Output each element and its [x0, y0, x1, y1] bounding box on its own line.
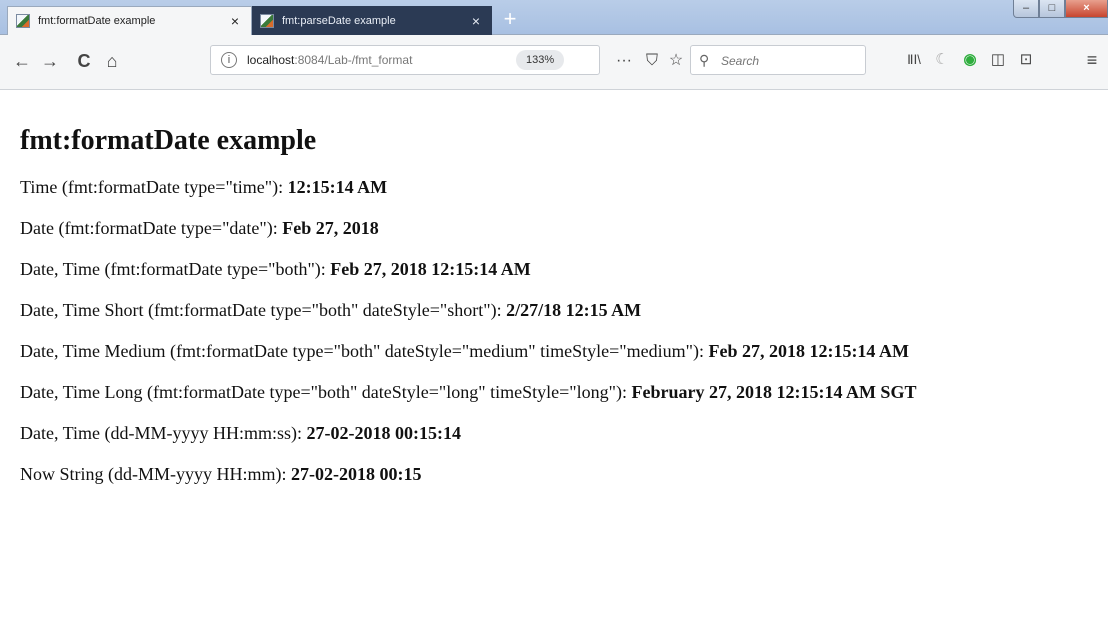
line-value: Feb 27, 2018 — [282, 218, 379, 238]
minimize-icon: – — [1022, 2, 1030, 14]
page-favicon-icon — [260, 13, 274, 28]
screenshot-icon[interactable]: ⊡ — [1014, 48, 1038, 72]
window-close-button[interactable]: × — [1065, 0, 1108, 18]
page-actions-button[interactable]: ··· — [612, 49, 636, 73]
forward-button[interactable]: → — [38, 49, 62, 73]
output-line-short: Date, Time Short (fmt:formatDate type="b… — [20, 298, 1090, 322]
reload-button[interactable]: C — [72, 49, 96, 73]
output-line-both: Date, Time (fmt:formatDate type="both"):… — [20, 257, 1090, 281]
sidebar-icon[interactable]: ◫ — [986, 48, 1010, 72]
address-bar[interactable]: i localhost:8084/Lab-/fmt_format 133% — [210, 45, 600, 75]
reader-icon[interactable]: ☾ — [930, 48, 954, 72]
new-tab-button[interactable]: + — [499, 8, 521, 30]
tab-title: fmt:parseDate example — [282, 14, 396, 27]
extension-icon[interactable]: ◉ — [958, 48, 982, 72]
search-input[interactable] — [719, 51, 863, 71]
line-value: 27-02-2018 00:15:14 — [306, 423, 461, 443]
window-minimize-button[interactable]: – — [1013, 0, 1039, 18]
window-maximize-button[interactable]: □ — [1039, 0, 1065, 18]
page-content: fmt:formatDate example Time (fmt:formatD… — [20, 95, 1090, 503]
tab-parse-date[interactable]: fmt:parseDate example × — [252, 6, 492, 35]
close-icon: × — [1083, 2, 1090, 14]
tab-strip: fmt:formatDate example × fmt:parseDate e… — [0, 0, 1108, 35]
tab-format-date[interactable]: fmt:formatDate example × — [7, 6, 252, 35]
line-label: Date, Time (fmt:formatDate type="both"): — [20, 259, 331, 279]
line-value: 12:15:14 AM — [287, 177, 388, 197]
site-info-icon[interactable]: i — [221, 52, 237, 68]
tab-close-icon[interactable]: × — [227, 13, 243, 29]
output-line-pattern-seconds: Date, Time (dd-MM-yyyy HH:mm:ss): 27-02-… — [20, 421, 1090, 445]
page-favicon-icon — [16, 14, 30, 28]
line-label: Date, Time Short (fmt:formatDate type="b… — [20, 300, 507, 320]
line-label: Now String (dd-MM-yyyy HH:mm): — [20, 464, 291, 484]
line-label: Date, Time (dd-MM-yyyy HH:mm:ss): — [20, 423, 307, 443]
line-label: Date (fmt:formatDate type="date"): — [20, 218, 283, 238]
line-label: Time (fmt:formatDate type="time"): — [20, 177, 288, 197]
line-value: 27-02-2018 00:15 — [291, 464, 422, 484]
tab-title: fmt:formatDate example — [38, 15, 156, 27]
line-label: Date, Time Long (fmt:formatDate type="bo… — [20, 382, 632, 402]
output-line-time: Time (fmt:formatDate type="time"): 12:15… — [20, 175, 1090, 199]
zoom-level-badge[interactable]: 133% — [516, 50, 565, 70]
pocket-icon[interactable]: ⛉ — [640, 49, 664, 73]
output-line-now-string: Now String (dd-MM-yyyy HH:mm): 27-02-201… — [20, 462, 1090, 486]
line-value: February 27, 2018 12:15:14 AM SGT — [631, 382, 917, 402]
line-label: Date, Time Medium (fmt:formatDate type="… — [20, 341, 709, 361]
line-value: 2/27/18 12:15 AM — [506, 300, 642, 320]
output-line-long: Date, Time Long (fmt:formatDate type="bo… — [20, 380, 1090, 404]
page-title: fmt:formatDate example — [20, 125, 317, 156]
search-bar[interactable]: ⚲ — [690, 45, 866, 75]
library-icon[interactable]: ⅡⅠ\ — [902, 48, 926, 72]
search-icon: ⚲ — [699, 52, 710, 68]
line-value: Feb 27, 2018 12:15:14 AM — [330, 259, 531, 279]
menu-icon[interactable]: ≡ — [1080, 48, 1104, 72]
maximize-icon: □ — [1048, 2, 1056, 14]
line-value: Feb 27, 2018 12:15:14 AM — [708, 341, 909, 361]
back-button[interactable]: ← — [10, 49, 34, 73]
home-button[interactable]: ⌂ — [100, 49, 124, 73]
navigation-bar: ← → C ⌂ i localhost:8084/Lab-/fmt_format… — [0, 35, 1108, 90]
tab-close-icon[interactable]: × — [468, 13, 484, 29]
bookmark-star-icon[interactable]: ☆ — [664, 49, 688, 73]
output-line-date: Date (fmt:formatDate type="date"): Feb 2… — [20, 216, 1090, 240]
url-text[interactable]: localhost:8084/Lab-/fmt_format — [247, 53, 507, 67]
output-line-medium: Date, Time Medium (fmt:formatDate type="… — [20, 339, 1090, 363]
